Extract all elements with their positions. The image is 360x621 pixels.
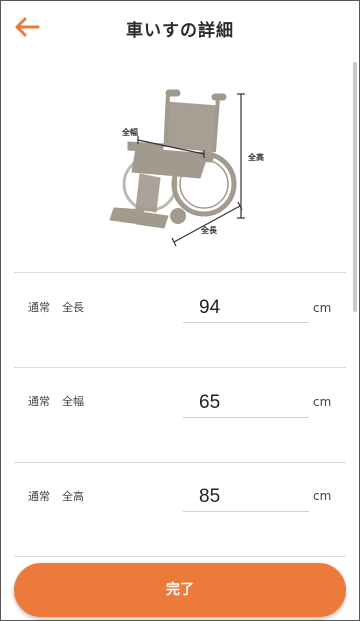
width-value-field[interactable]: 65 [183, 390, 309, 418]
row-mode: 通常 [28, 490, 50, 503]
height-label: 全高 [248, 153, 264, 162]
row-name: 全幅 [62, 395, 84, 408]
unit-label: cm [313, 301, 332, 315]
height-value-field[interactable]: 85 [183, 484, 309, 512]
row-mode: 通常 [28, 301, 50, 314]
scrollbar[interactable] [353, 62, 357, 312]
width-label: 全幅 [122, 128, 138, 137]
unit-label: cm [313, 395, 332, 409]
length-label: 全長 [201, 226, 217, 235]
page-title: 車いすの詳細 [126, 21, 234, 41]
length-value-field[interactable]: 94 [183, 295, 309, 323]
row-mode: 通常 [28, 395, 50, 408]
unit-label: cm [313, 489, 332, 503]
wheelchair-icon [109, 89, 245, 247]
wheelchair-diagram: 全幅 全高 全長 [100, 82, 280, 252]
divider [14, 462, 346, 463]
done-button[interactable]: 完了 [14, 563, 346, 617]
header-bar: 車いすの詳細 [0, 0, 360, 56]
row-name: 全長 [62, 301, 84, 314]
divider [14, 367, 346, 368]
divider [14, 556, 346, 557]
row-name: 全高 [62, 490, 84, 503]
divider [14, 272, 346, 273]
